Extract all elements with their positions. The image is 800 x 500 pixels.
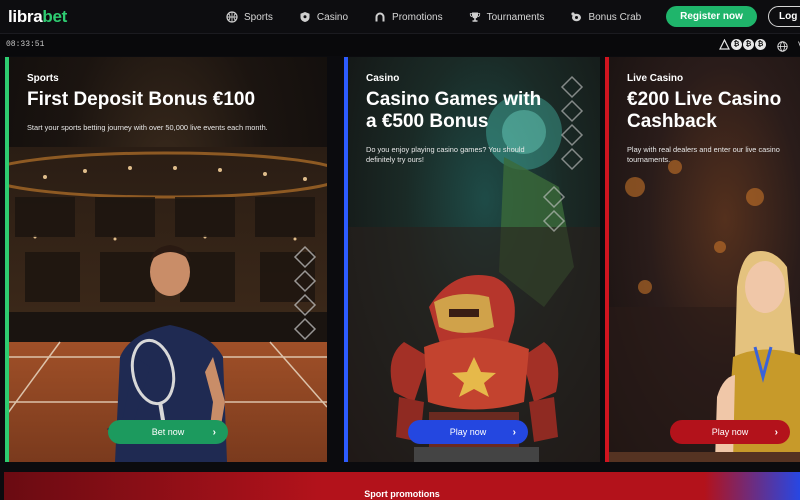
horseshoe-icon: [374, 11, 386, 23]
promo-card-casino[interactable]: Casino Casino Games with a €500 Bonus Do…: [344, 57, 600, 462]
nav-item-casino[interactable]: Casino: [299, 11, 348, 23]
nav-label-sports: Sports: [244, 11, 273, 23]
card-title: €200 Live Casino Cashback: [627, 89, 781, 133]
trophy-icon: [469, 11, 481, 23]
bitcoin-icon[interactable]: ₿: [743, 39, 754, 50]
globe-icon[interactable]: [777, 39, 788, 52]
card-title-line: Cashback: [627, 111, 717, 132]
card-accent-bar: [5, 57, 9, 462]
cta-label: Bet now: [151, 427, 185, 437]
nav-label-tournaments: Tournaments: [486, 11, 545, 23]
currency-icons: ₿ ₿ ₿ V: [719, 39, 800, 52]
card-category: Sports: [27, 73, 59, 84]
sport-promotions-banner[interactable]: Sport promotions: [4, 472, 800, 500]
card-description-line: Do you enjoy playing casino games? You s…: [366, 145, 525, 154]
card-description: Play with real dealers and enter our liv…: [627, 145, 780, 165]
card-description-line: definitely try ours!: [366, 155, 424, 164]
card-category: Casino: [366, 73, 400, 84]
register-now-button[interactable]: Register now: [666, 6, 757, 27]
chevron-right-icon: ›: [512, 426, 516, 438]
card-title: First Deposit Bonus €100: [27, 89, 256, 110]
card-accent-bar: [605, 57, 609, 462]
bitcoin-icon[interactable]: ₿: [731, 39, 742, 50]
coin-icon[interactable]: [719, 39, 730, 50]
librabet-logo[interactable]: librabet: [8, 7, 67, 27]
promo-card-sports[interactable]: Sports First Deposit Bonus €100 Start yo…: [5, 57, 327, 462]
bet-now-button[interactable]: Bet now ›: [108, 420, 228, 444]
promo-card-live-casino[interactable]: Live Casino €200 Live Casino Cashback Pl…: [605, 57, 800, 462]
tennis-stadium-illustration: [5, 147, 327, 462]
cta-label: Play now: [449, 427, 487, 437]
nav-item-sports[interactable]: Sports: [226, 11, 273, 23]
nav-item-tournaments[interactable]: Tournaments: [469, 11, 545, 23]
play-now-button[interactable]: Play now ›: [408, 420, 528, 444]
card-description-line: Play with real dealers and enter our liv…: [627, 145, 780, 154]
card-description: Do you enjoy playing casino games? You s…: [366, 145, 525, 165]
nav-label-bonus-crab: Bonus Crab: [588, 11, 642, 23]
play-now-button[interactable]: Play now ›: [670, 420, 790, 444]
card-title-line: Casino Games with: [366, 89, 542, 110]
login-button[interactable]: Log: [768, 6, 800, 27]
card-title: Casino Games with a €500 Bonus: [366, 89, 541, 133]
card-category: Live Casino: [627, 73, 684, 84]
crab-icon: [570, 11, 582, 23]
logo-prefix: libra: [8, 7, 43, 26]
clock-time: 08:33:51: [6, 40, 45, 49]
section-title: Sport promotions: [364, 489, 440, 499]
basketball-icon: [226, 11, 238, 23]
card-title-line: a €500 Bonus: [366, 111, 489, 132]
nav-label-promotions: Promotions: [392, 11, 443, 23]
chevron-right-icon: ›: [774, 426, 778, 438]
bitcoin-icon[interactable]: ₿: [755, 39, 766, 50]
cta-label: Play now: [711, 427, 749, 437]
top-header: librabet Sports Casino Promotions Tourna…: [0, 0, 800, 34]
nav-label-casino: Casino: [316, 11, 349, 23]
nav-item-bonus-crab[interactable]: Bonus Crab: [570, 11, 641, 23]
card-title-line: €200 Live Casino: [627, 89, 782, 110]
nav-item-promotions[interactable]: Promotions: [374, 11, 443, 23]
logo-suffix: bet: [42, 7, 68, 26]
card-description-line: tournaments.: [627, 155, 671, 164]
main-nav: Sports Casino Promotions Tournaments Bon…: [226, 0, 667, 34]
shield-casino-icon: [299, 11, 311, 23]
sub-bar: 08:33:51 ₿ ₿ ₿ V: [0, 34, 800, 56]
card-accent-bar: [344, 57, 348, 462]
card-description: Start your sports betting journey with o…: [27, 123, 268, 132]
chevron-right-icon: ›: [212, 426, 216, 438]
